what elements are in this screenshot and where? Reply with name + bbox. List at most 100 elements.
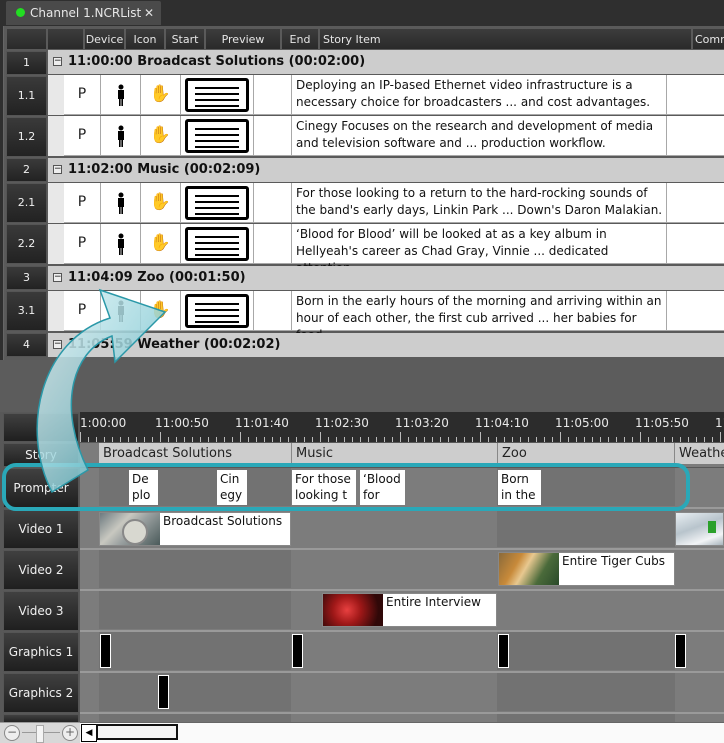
story-span [99,673,291,711]
header-end[interactable]: End [281,28,319,50]
zoom-out-icon[interactable]: − [4,725,20,741]
ruler-corner [3,413,79,442]
row-number[interactable]: 4 [6,333,47,357]
prompter-card[interactable]: For those looking t [292,470,356,505]
end-cell[interactable] [254,183,292,223]
preview-thumbnail[interactable] [185,186,249,220]
video-clip[interactable]: Broadcast Solutions [99,512,291,546]
story-span [497,632,675,670]
end-cell[interactable] [254,75,292,115]
story-item-row[interactable]: P ✋ ‘Blood for Blood’ will be looked at … [48,224,724,275]
zoom-slider-thumb[interactable] [36,725,44,743]
header-preview[interactable]: Preview [205,28,281,50]
graphics-marker[interactable] [100,634,111,668]
row-number[interactable]: 1.2 [6,117,47,157]
graphics-marker[interactable] [292,634,303,668]
track-label-video-2[interactable]: Video 2 [3,550,79,590]
video-clip[interactable]: Entire Interview [322,593,497,627]
header-story-item[interactable]: Story Item [319,28,692,50]
ruler-tick [304,437,305,442]
end-cell[interactable] [254,224,292,264]
story-group-row[interactable]: − 11:02:00 Music (00:02:09) [48,158,724,182]
end-cell[interactable] [254,116,292,156]
comment-cell[interactable] [667,183,724,223]
story-segment[interactable]: Zoo [498,443,675,464]
track-label-video-3[interactable]: Video 3 [3,591,79,631]
track-label-video-1[interactable]: Video 1 [3,509,79,549]
end-cell[interactable] [254,291,292,331]
collapse-icon[interactable]: − [53,165,62,174]
story-group-row[interactable]: − 11:04:09 Zoo (00:01:50) [48,266,724,290]
ruler-tick [360,437,361,442]
story-item-row[interactable]: P ✋ Deploying an IP-based Ethernet video… [48,75,724,115]
collapse-icon[interactable]: − [53,57,62,66]
story-item-row[interactable]: P ✋ Born in the early hours of the morni… [48,291,724,342]
story-text[interactable]: Born in the early hours of the morning a… [292,291,667,342]
preview-thumbnail[interactable] [185,78,249,112]
story-segment[interactable]: Weathe [675,443,724,464]
row-number[interactable]: 2 [6,158,47,182]
preview-thumbnail[interactable] [185,294,249,328]
story-span [99,468,291,506]
graphics-marker[interactable] [675,634,686,668]
story-text[interactable]: Deploying an IP-based Ethernet video inf… [292,75,667,115]
preview-thumbnail[interactable] [185,227,249,261]
horizontal-scrollbar[interactable]: ◀ [80,722,724,743]
tab-channel-ncrlist[interactable]: Channel 1.NCRList ✕ [6,1,161,25]
story-segment[interactable]: Broadcast Solutions [99,443,292,464]
zoom-in-icon[interactable]: + [62,725,78,741]
comment-cell[interactable] [667,224,724,264]
track-label-graphics-2[interactable]: Graphics 2 [3,673,79,713]
ruler-label: 11:03:20 [395,416,449,430]
prompter-card[interactable]: Cin egy [217,470,247,505]
row-number[interactable]: 3.1 [6,291,47,331]
collapse-icon[interactable]: − [53,340,62,349]
story-text[interactable]: Cinegy Focuses on the research and devel… [292,116,667,156]
story-item-row[interactable]: P ✋ Cinegy Focuses on the research and d… [48,116,724,156]
graphics-marker[interactable] [158,675,169,709]
row-number[interactable]: 1.1 [6,76,47,116]
row-number[interactable]: 1 [6,51,47,75]
prompter-card[interactable]: De plo [129,470,158,505]
graphics-marker[interactable] [498,634,509,668]
video-clip[interactable] [675,512,724,546]
story-text[interactable]: ‘Blood for Blood’ will be looked at as a… [292,224,667,275]
time-ruler[interactable]: 1:00:00 11:00:50 11:01:40 11:02:30 11:03… [80,412,724,442]
comment-cell[interactable] [667,75,724,115]
prompter-card[interactable]: ‘Blood for Blo [360,470,405,505]
device-value: P [77,235,87,251]
video-clip[interactable]: Entire Tiger Cubs [498,552,675,586]
story-span [497,509,675,547]
comment-cell[interactable] [667,291,724,331]
header-comment[interactable]: Comm [692,28,724,50]
ruler-tick [336,437,337,442]
ruler-tick [640,432,641,442]
story-segment[interactable]: Music [292,443,498,464]
track-label-graphics-1[interactable]: Graphics 1 [3,632,79,672]
header-icon[interactable]: Icon [125,28,165,50]
row-number[interactable]: 2.1 [6,183,47,223]
clip-thumbnail [676,513,723,545]
track-label-prompter[interactable]: Prompter [3,468,79,508]
prompter-card[interactable]: Born in the [498,470,541,505]
preview-thumbnail[interactable] [185,119,249,153]
comment-cell[interactable] [667,116,724,156]
story-text[interactable]: For those looking to a return to the har… [292,183,667,223]
device-value: P [77,194,87,210]
header-device[interactable]: Device [84,28,125,50]
scroll-left-icon[interactable]: ◀ [81,724,97,742]
collapse-icon[interactable]: − [53,273,62,282]
story-item-row[interactable]: P ✋ For those looking to a return to the… [48,183,724,223]
ruler-tick [384,437,385,442]
track-label-story[interactable]: Story [3,443,79,467]
scrollbar-thumb[interactable] [96,724,178,740]
close-tab-icon[interactable]: ✕ [144,1,154,25]
panel-splitter[interactable] [0,360,724,412]
story-group-row[interactable]: − 11:00:00 Broadcast Solutions (00:02:00… [48,50,724,74]
ruler-tick [424,437,425,442]
clip-title: Broadcast Solutions [163,514,283,528]
row-number[interactable]: 2.2 [6,224,47,264]
header-start[interactable]: Start [165,28,205,50]
row-number[interactable]: 3 [6,266,47,290]
story-group-row[interactable]: − 11:05:59 Weather (00:02:02) [48,333,724,357]
